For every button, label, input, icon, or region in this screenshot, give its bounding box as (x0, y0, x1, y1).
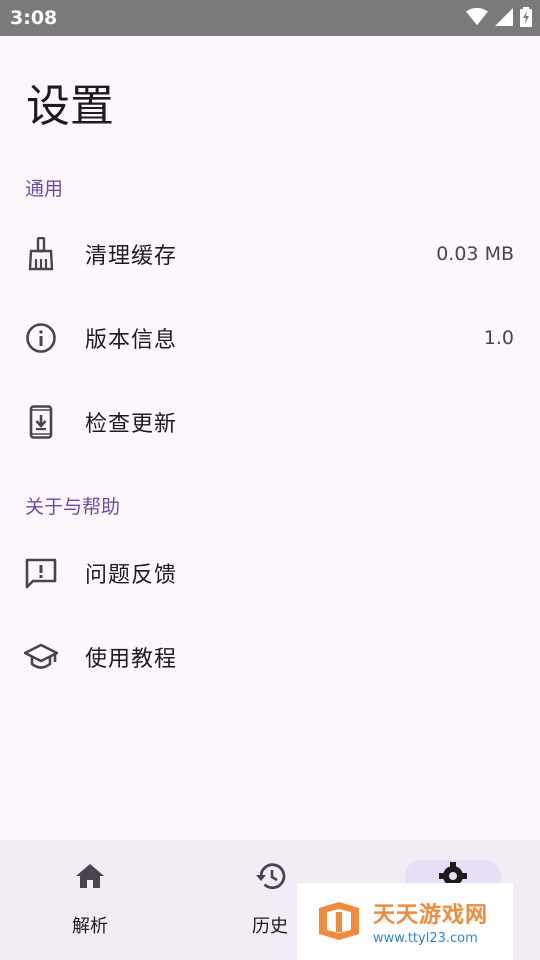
status-icons (466, 7, 532, 27)
history-icon (238, 860, 302, 892)
settings-item-check-update[interactable]: 检查更新 (0, 380, 540, 464)
watermark-logo-icon (315, 900, 363, 944)
signal-icon (495, 8, 513, 26)
settings-item-tutorial[interactable]: 使用教程 (0, 615, 540, 699)
settings-item-label: 使用教程 (85, 647, 178, 672)
watermark-title: 天天游戏网 (373, 903, 489, 928)
info-icon (24, 321, 58, 355)
settings-item-label: 版本信息 (85, 328, 178, 353)
watermark-text: 天天游戏网 www.ttyl23.com (373, 897, 488, 946)
school-icon (24, 640, 58, 674)
nav-label: 解析 (72, 916, 108, 937)
settings-item-clear-cache[interactable]: 清理缓存 0.03 MB (0, 212, 540, 296)
feedback-icon (24, 556, 58, 590)
home-icon (58, 860, 122, 892)
system-update-icon (24, 405, 58, 439)
settings-item-version-info[interactable]: 版本信息 1.0 (0, 296, 540, 380)
settings-item-label: 清理缓存 (85, 244, 178, 269)
status-bar: 3:08 (0, 0, 540, 36)
battery-icon (520, 7, 532, 27)
broom-icon (24, 237, 58, 271)
status-time: 3:08 (10, 7, 58, 29)
nav-item-parse[interactable]: 解析 (0, 840, 180, 960)
watermark: 天天游戏网 www.ttyl23.com (297, 883, 513, 960)
settings-item-label: 问题反馈 (85, 563, 178, 588)
section-header-about-help: 关于与帮助 (25, 496, 121, 518)
wifi-icon (466, 7, 488, 26)
settings-item-feedback[interactable]: 问题反馈 (0, 531, 540, 615)
page-title: 设置 (26, 81, 114, 132)
section-header-general: 通用 (25, 178, 64, 200)
settings-item-label: 检查更新 (85, 412, 178, 437)
version-value: 1.0 (483, 327, 514, 349)
cache-size-value: 0.03 MB (436, 243, 514, 265)
watermark-url: www.ttyl23.com (373, 931, 478, 946)
